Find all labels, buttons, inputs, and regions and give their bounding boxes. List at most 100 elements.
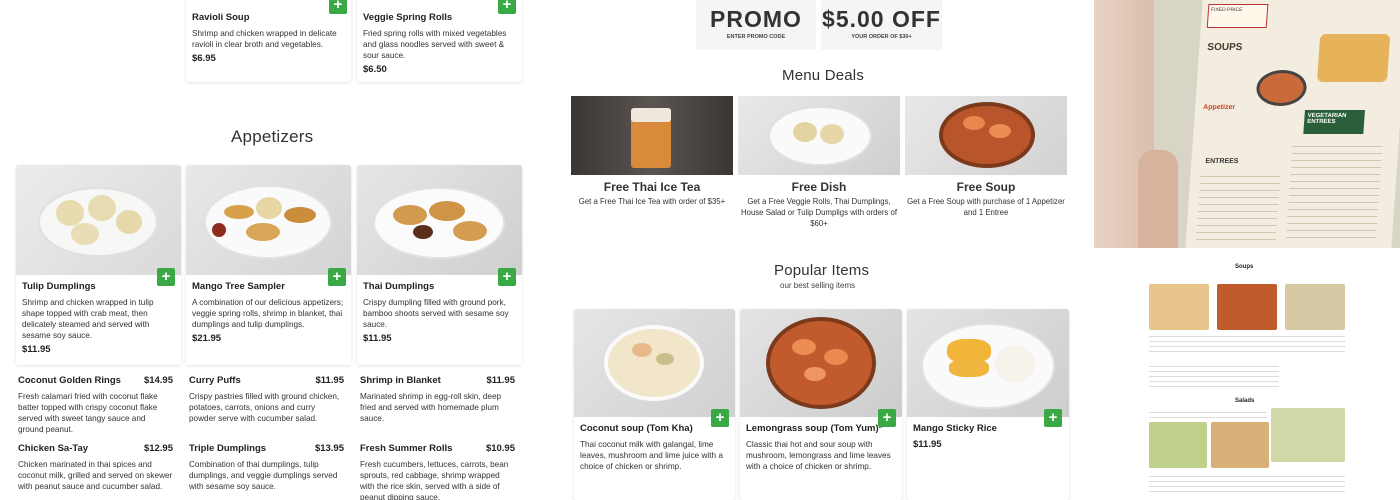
menu-item-card[interactable]: + Mango Tree Sampler A combination of ou… [186,165,351,365]
deal-item[interactable]: Free Thai Ice Tea Get a Free Thai Ice Te… [571,180,733,207]
item-price: $11.95 [363,333,392,344]
item-description: Classic thai hot and sour soup with mush… [746,440,891,471]
item-name: Curry Puffs [189,375,241,386]
menu-page-section: Soups [1235,264,1254,270]
item-description: Chicken marinated in thai spices and coc… [18,460,173,491]
menu-photo-label: SOUPS [1206,42,1243,53]
item-name: Ravioli Soup [192,12,250,23]
food-image [429,201,465,221]
item-name: Mango Tree Sampler [192,281,285,292]
item-price: $10.95 [485,443,515,454]
item-name: Shrimp in Blanket [360,375,441,386]
plate-image [373,187,505,259]
food-image [995,345,1035,383]
item-photo [574,309,735,417]
menu-item-card[interactable]: + Veggie Spring Rolls Fried spring rolls… [357,0,522,82]
food-image [256,197,282,219]
item-description: A combination of our delicious appetizer… [192,298,344,329]
food-image [71,223,99,245]
item-name: Triple Dumplings [189,443,267,454]
menu-photo-label: ENTREES [1205,158,1239,165]
menu-item-card[interactable]: + Coconut soup (Tom Kha) Thai coconut mi… [574,309,735,500]
food-image [284,207,316,223]
section-title-popular-items: Popular Items [774,262,870,279]
item-description: Fresh cucumbers, lettuces, carrots, bean… [360,460,509,500]
add-to-cart-button[interactable]: + [498,268,516,286]
deal-photo-dish [738,96,900,175]
item-price: $12.95 [143,443,173,454]
item-photo [186,165,351,275]
sauce-image [212,223,226,237]
item-description: Fried spring rolls with mixed vegetables… [363,29,507,60]
promo-code-caption: ENTER PROMO CODE [726,34,786,40]
add-to-cart-button[interactable]: + [1044,409,1062,427]
food-image [632,343,652,357]
add-to-cart-button[interactable]: + [328,268,346,286]
item-photo [907,309,1069,417]
promo-code-box[interactable]: PROMO ENTER PROMO CODE [696,0,816,50]
item-price: $11.95 [315,375,344,386]
deal-description: Get a Free Soup with purchase of 1 Appet… [907,197,1065,217]
deal-description: Get a Free Thai Ice Tea with order of $3… [578,197,726,206]
item-price: $11.95 [486,375,515,386]
food-image [453,221,487,241]
section-title-menu-deals: Menu Deals [782,67,865,84]
menu-item-card[interactable]: + Thai Dumplings Crispy dumpling filled … [357,165,522,365]
item-photo [16,165,181,275]
sauce-image [413,225,433,239]
item-description: Shrimp and chicken wrapped in delicate r… [192,29,337,49]
food-image [804,367,826,381]
list-item[interactable]: Chicken Sa-Tay $12.95 Chicken marinated i… [18,443,173,492]
menu-item-card[interactable]: + Tulip Dumplings Shrimp and chicken wra… [16,165,181,365]
deal-title: Free Dish [791,180,847,194]
bowl-image [604,325,704,401]
menu-page-thumbnail: Soups Salads [1145,262,1350,500]
item-description: Crispy dumpling filled with ground pork,… [363,298,509,329]
add-to-cart-button[interactable]: + [498,0,516,14]
item-name: Fresh Summer Rolls [360,443,453,454]
item-description: Marinated shrimp in egg-roll skin, deep … [360,392,502,423]
promo-offer-caption: YOUR ORDER OF $30+ [851,34,912,40]
item-photo [740,309,902,417]
add-to-cart-button[interactable]: + [157,268,175,286]
item-price: $11.95 [22,344,51,355]
promo-offer-box[interactable]: $5.00 OFF YOUR ORDER OF $30+ [821,0,942,50]
food-image [656,353,674,365]
menu-photo-label: FIXED PRICE [1206,4,1269,28]
food-image [116,210,142,234]
menu-item-card[interactable]: + Lemongrass soup (Tom Yum)* Classic tha… [740,309,902,500]
promo-code: PROMO [710,6,802,32]
deal-photo-soup [905,96,1067,175]
list-item[interactable]: Fresh Summer Rolls $10.95 Fresh cucumbers… [360,443,515,500]
add-to-cart-button[interactable]: + [711,409,729,427]
item-description: Crispy pastries filled with ground chick… [189,392,340,423]
item-description: Fresh calamari fried with coconut flake … [18,392,158,434]
food-image [949,359,989,377]
section-subtitle: our best selling items [780,281,856,290]
list-item[interactable]: Coconut Golden Rings $14.95 Fresh calamar… [18,375,173,435]
add-to-cart-button[interactable]: + [329,0,347,14]
item-price: $6.50 [363,64,387,75]
deal-title: Free Soup [956,180,1016,194]
add-to-cart-button[interactable]: + [878,409,896,427]
list-item[interactable]: Triple Dumplings $13.95 Combination of th… [189,443,344,492]
food-image [792,339,816,355]
menu-item-card[interactable]: + Mango Sticky Rice $11.95 [907,309,1069,500]
deal-item[interactable]: Free Dish Get a Free Veggie Rolls, Thai … [738,180,900,229]
food-image [224,205,254,219]
item-name: Thai Dumplings [363,281,435,292]
food-image [246,223,280,241]
item-name: Coconut soup (Tom Kha) [580,423,693,434]
item-price: $14.95 [143,375,173,386]
deal-title: Free Thai Ice Tea [603,180,701,194]
item-description: Combination of thai dumplings, tulip dum… [189,460,338,491]
item-name: Lemongrass soup (Tom Yum)* [746,423,883,434]
deal-item[interactable]: Free Soup Get a Free Soup with purchase … [905,180,1067,218]
list-item[interactable]: Shrimp in Blanket $11.95 Marinated shrimp… [360,375,515,424]
food-image [393,205,427,225]
menu-item-card[interactable]: + Ravioli Soup Shrimp and chicken wrappe… [186,0,351,82]
item-name: Chicken Sa-Tay [18,443,89,454]
list-item[interactable]: Curry Puffs $11.95 Crispy pastries filled… [189,375,344,424]
bowl-image [766,317,876,409]
item-description: Thai coconut milk with galangal, lime le… [580,440,723,471]
